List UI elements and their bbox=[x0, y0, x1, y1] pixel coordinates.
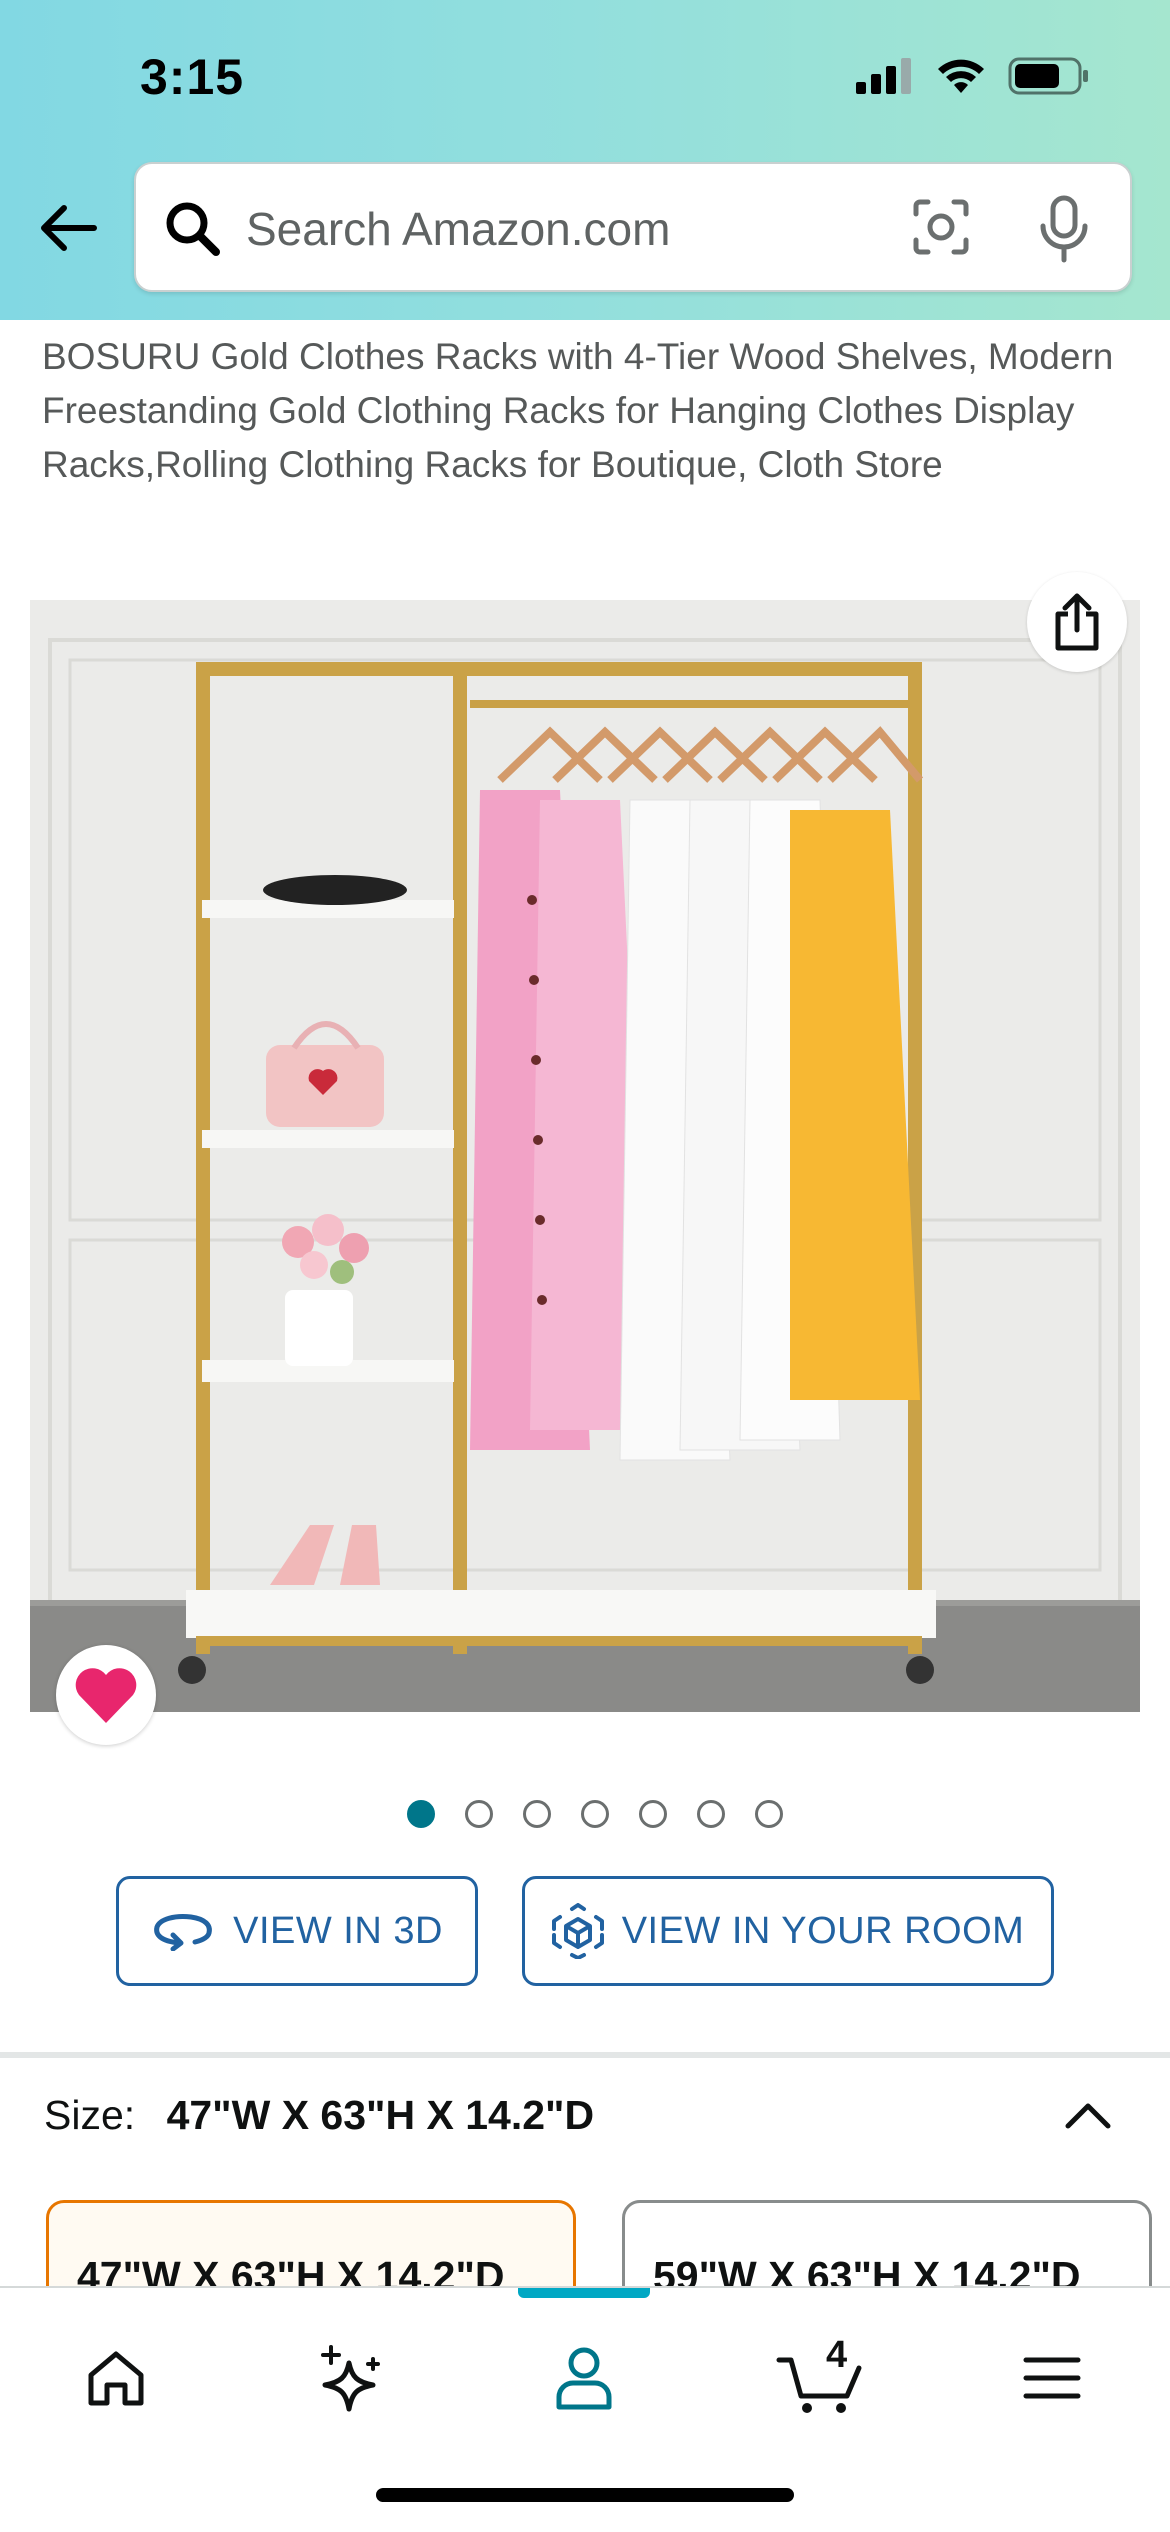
share-button[interactable] bbox=[1027, 572, 1127, 672]
chevron-up-icon[interactable] bbox=[1062, 2096, 1114, 2132]
nav-rufus-ai[interactable] bbox=[290, 2328, 410, 2428]
carousel-dot-4[interactable] bbox=[581, 1800, 609, 1828]
status-time: 3:15 bbox=[140, 49, 245, 105]
rotate-3d-icon bbox=[154, 1914, 212, 1951]
nav-home[interactable] bbox=[56, 2328, 176, 2428]
product-image[interactable] bbox=[30, 600, 1140, 1712]
image-carousel-dots bbox=[0, 1800, 1170, 1828]
size-label: Size: bbox=[44, 2092, 136, 2138]
signal-icon bbox=[856, 58, 911, 94]
camera-icon[interactable] bbox=[908, 194, 974, 260]
size-selected-value: 47"W X 63"H X 14.2"D bbox=[166, 2092, 595, 2138]
view-in-your-room-label: VIEW IN YOUR ROOM bbox=[621, 1909, 1025, 1952]
search-bar[interactable] bbox=[134, 162, 1132, 292]
carousel-dot-6[interactable] bbox=[697, 1800, 725, 1828]
search-input[interactable] bbox=[246, 194, 886, 264]
mic-icon[interactable] bbox=[1034, 194, 1094, 264]
carousel-dot-7[interactable] bbox=[755, 1800, 783, 1828]
ar-cube-icon bbox=[551, 1903, 604, 1959]
menu-icon bbox=[1023, 2357, 1081, 2399]
back-button[interactable] bbox=[36, 196, 100, 260]
size-selector-header[interactable]: Size: 47"W X 63"H X 14.2"D bbox=[44, 2092, 594, 2139]
search-icon bbox=[166, 202, 220, 256]
carousel-dot-1[interactable] bbox=[407, 1800, 435, 1828]
cart-count-badge: 4 bbox=[826, 2334, 848, 2376]
carousel-dot-3[interactable] bbox=[523, 1800, 551, 1828]
person-icon bbox=[556, 2347, 612, 2410]
home-indicator bbox=[376, 2488, 794, 2502]
share-icon bbox=[1055, 593, 1099, 651]
status-icons bbox=[856, 56, 1090, 96]
app-header: 3:15 bbox=[0, 0, 1170, 320]
nav-account[interactable] bbox=[524, 2328, 644, 2428]
nav-menu[interactable] bbox=[992, 2328, 1112, 2428]
view-in-your-room-button[interactable]: VIEW IN YOUR ROOM bbox=[522, 1876, 1054, 1986]
wishlist-button[interactable] bbox=[56, 1645, 156, 1745]
cart-icon bbox=[776, 2357, 862, 2413]
view-in-3d-label: VIEW IN 3D bbox=[233, 1909, 443, 1952]
heart-icon bbox=[75, 1668, 137, 1723]
section-divider bbox=[0, 2052, 1170, 2058]
wifi-icon bbox=[938, 59, 984, 93]
active-tab-indicator bbox=[518, 2288, 650, 2298]
product-title[interactable]: BOSURU Gold Clothes Racks with 4-Tier Wo… bbox=[42, 330, 1122, 492]
nav-cart[interactable]: 4 bbox=[760, 2328, 880, 2428]
home-icon bbox=[88, 2351, 144, 2406]
battery-icon bbox=[1008, 57, 1088, 95]
clothing-rack-illustration bbox=[30, 600, 1140, 1712]
back-arrow-icon bbox=[41, 205, 97, 251]
carousel-dot-5[interactable] bbox=[639, 1800, 667, 1828]
view-in-3d-button[interactable]: VIEW IN 3D bbox=[116, 1876, 478, 1986]
sparkle-icon bbox=[321, 2345, 380, 2412]
carousel-dot-2[interactable] bbox=[465, 1800, 493, 1828]
